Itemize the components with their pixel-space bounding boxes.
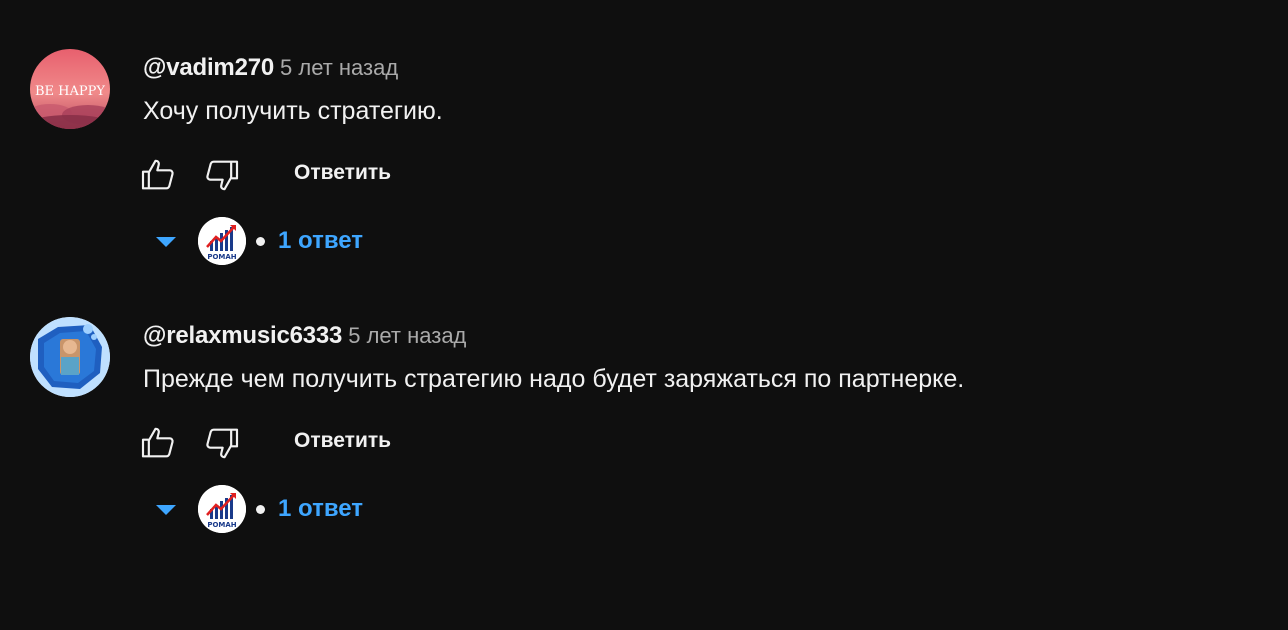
caret-down-icon [156,237,176,247]
comment-author[interactable]: @vadim270 5 лет назад [143,54,398,82]
like-button[interactable] [138,155,178,195]
caret-down-icon [156,505,176,515]
comment-thread: @relaxmusic6333 5 лет назад Прежде чем по… [0,317,1288,585]
author-name[interactable]: @relaxmusic6333 [143,322,342,349]
reply-author-avatar: РОМАН [198,485,246,533]
reply-count[interactable]: 1 ответ [278,495,363,523]
reply-avatar-text: РОМАН [207,521,236,529]
avatar-image: BE HAPPY [30,49,110,129]
comment-text: Прежде чем получить стратегию надо будет… [143,365,965,393]
view-replies-button[interactable]: РОМАН 1 ответ [150,483,390,535]
thumbs-down-icon [206,428,239,459]
reply-avatar-text: РОМАН [207,253,236,261]
reply-button[interactable]: Ответить [294,161,391,185]
reply-button[interactable]: Ответить [294,429,391,453]
dislike-button[interactable] [202,155,242,195]
author-name[interactable]: @vadim270 [143,54,274,81]
avatar[interactable] [30,317,110,397]
separator-dot [256,505,265,514]
comment-text: Хочу получить стратегию. [143,97,443,125]
reply-count[interactable]: 1 ответ [278,227,363,255]
avatar[interactable]: BE HAPPY [30,49,110,129]
like-button[interactable] [138,423,178,463]
view-replies-button[interactable]: РОМАН 1 ответ [150,215,390,267]
reply-author-avatar: РОМАН [198,217,246,265]
chart-logo-icon: РОМАН [198,485,246,533]
comment-time[interactable]: 5 лет назад [280,55,398,80]
dislike-button[interactable] [202,423,242,463]
separator-dot [256,237,265,246]
comment-author[interactable]: @relaxmusic6333 5 лет назад [143,322,466,350]
chart-logo-icon: РОМАН [198,217,246,265]
thumbs-down-icon [206,160,239,191]
thumbs-up-icon [141,159,174,190]
comment-time[interactable]: 5 лет назад [348,323,466,348]
comment-thread: BE HAPPY @vadim270 5 лет назад Хочу получ… [0,49,1288,317]
thumbs-up-icon [141,427,174,458]
avatar-text: BE HAPPY [35,84,105,99]
avatar-image [30,317,110,397]
